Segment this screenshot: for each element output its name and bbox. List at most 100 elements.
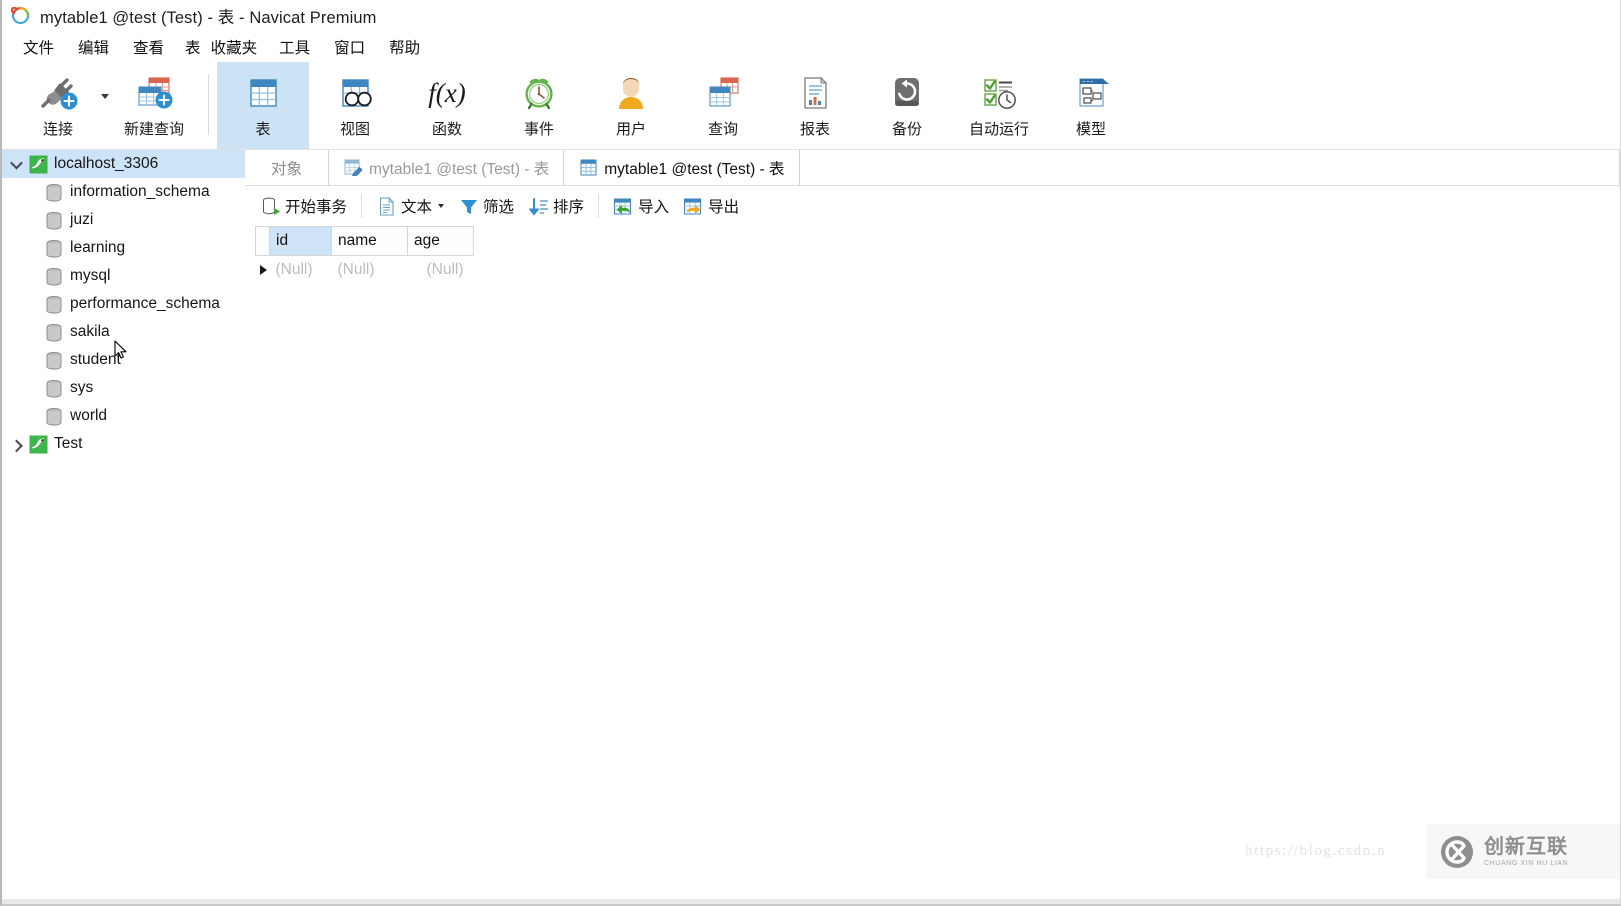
- tab-label-table-design: mytable1 @test (Test) - 表: [369, 157, 549, 179]
- menu-file[interactable]: 文件: [11, 33, 66, 61]
- grid-row-header-corner: [256, 227, 270, 256]
- tree-database-learning[interactable]: learning: [2, 234, 245, 262]
- menu-tools[interactable]: 工具: [267, 33, 322, 61]
- menu-favorites[interactable]: 收藏夹: [206, 33, 268, 61]
- tree-database-juzi[interactable]: juzi: [2, 206, 245, 234]
- toolbar-label-user: 用户: [616, 118, 646, 139]
- menu-table[interactable]: 表: [176, 33, 206, 61]
- toolbar-button-event[interactable]: 事件: [493, 62, 585, 149]
- database-icon: [42, 183, 66, 202]
- data-toolbar-separator: [361, 194, 362, 218]
- tree-database-performance_schema[interactable]: performance_schema: [2, 290, 245, 318]
- text-button[interactable]: 文本: [369, 192, 451, 220]
- report-document-icon: [793, 71, 837, 115]
- watermark-brand-en: CHUANG XIN HU LIAN: [1484, 860, 1568, 867]
- import-icon: [613, 196, 634, 216]
- menu-edit[interactable]: 编辑: [66, 33, 121, 61]
- toolbar-button-table[interactable]: 表: [217, 62, 309, 149]
- tree-database-sys[interactable]: sys: [2, 374, 245, 402]
- toolbar-button-new-query[interactable]: 新建查询: [108, 62, 200, 149]
- automation-checklist-clock-icon: [977, 71, 1021, 115]
- toolbar-button-backup[interactable]: 备份: [861, 62, 953, 149]
- tab-table-design[interactable]: mytable1 @test (Test) - 表: [329, 150, 564, 185]
- grid-column-header-id[interactable]: id: [270, 227, 332, 256]
- database-icon: [42, 267, 66, 286]
- tab-label-objects: 对象: [271, 157, 302, 179]
- tree-label-sys: sys: [70, 379, 93, 397]
- toolbar-button-automation[interactable]: 自动运行: [953, 62, 1045, 149]
- grid-cell-age[interactable]: (Null): [408, 256, 474, 284]
- tab-objects[interactable]: 对象: [245, 150, 329, 185]
- toolbar-button-user[interactable]: 用户: [585, 62, 677, 149]
- database-icon: [42, 323, 66, 342]
- toolbar-button-report[interactable]: 报表: [769, 62, 861, 149]
- tree-database-information_schema[interactable]: information_schema: [2, 178, 245, 206]
- toolbar-button-connection[interactable]: 连接: [12, 62, 104, 149]
- chevron-right-icon[interactable]: [6, 440, 26, 449]
- table-row[interactable]: (Null) (Null) (Null): [256, 256, 474, 284]
- tab-label-table-data: mytable1 @test (Test) - 表: [604, 157, 784, 179]
- menu-view[interactable]: 查看: [121, 33, 176, 61]
- grid-column-header-age[interactable]: age: [408, 227, 474, 256]
- toolbar-label-function: 函数: [432, 118, 462, 139]
- text-dropdown-caret-icon[interactable]: [438, 204, 444, 208]
- import-button[interactable]: 导入: [606, 192, 676, 220]
- menu-window[interactable]: 窗口: [322, 33, 377, 61]
- tree-label-mysql: mysql: [70, 267, 110, 285]
- filter-funnel-icon: [458, 196, 479, 216]
- cx-logo-icon: [1439, 834, 1475, 870]
- grid-cell-id[interactable]: (Null): [270, 256, 332, 284]
- export-button[interactable]: 导出: [676, 192, 746, 220]
- navicat-window: mytable1 @test (Test) - 表 - Navicat Prem…: [0, 0, 1621, 906]
- toolbar-button-model[interactable]: 模型: [1045, 62, 1137, 149]
- menu-bar: 文件 编辑 查看 表 收藏夹 工具 窗口 帮助: [2, 31, 1620, 62]
- table-grid-icon: [241, 71, 285, 115]
- event-clock-icon: [517, 71, 561, 115]
- grid-column-header-name[interactable]: name: [332, 227, 408, 256]
- filter-label: 筛选: [483, 195, 514, 217]
- tree-label-sakila: sakila: [70, 323, 110, 341]
- toolbar-button-query[interactable]: 查询: [677, 62, 769, 149]
- sort-descending-icon: [528, 196, 549, 216]
- creative-internet-watermark-logo: 创新互联 CHUANG XIN HU LIAN: [1426, 824, 1620, 879]
- main-pane: 对象 mytable1 @test (Test) - 表: [245, 150, 1620, 898]
- backup-restore-icon: [885, 71, 929, 115]
- tree-database-world[interactable]: world: [2, 402, 245, 430]
- toolbar-button-view[interactable]: 视图: [309, 62, 401, 149]
- database-icon: [42, 351, 66, 370]
- text-document-icon: [376, 196, 397, 216]
- tree-connection-Test[interactable]: Test: [2, 430, 245, 458]
- table-design-icon: [343, 159, 363, 177]
- data-toolbar: 开始事务 文本: [245, 186, 1620, 226]
- tab-table-data[interactable]: mytable1 @test (Test) - 表: [564, 150, 799, 185]
- view-glasses-icon: [333, 71, 377, 115]
- new-query-icon: [132, 71, 176, 115]
- data-grid[interactable]: id name age (Null) (Null) (Null): [255, 226, 474, 284]
- tree-connection-localhost_3306[interactable]: localhost_3306: [2, 150, 245, 178]
- filter-button[interactable]: 筛选: [451, 192, 521, 220]
- grid-header: id name age: [256, 227, 474, 256]
- begin-transaction-button[interactable]: 开始事务: [253, 192, 354, 220]
- grid-cell-name[interactable]: (Null): [332, 256, 408, 284]
- user-person-icon: [609, 71, 653, 115]
- tree-label-information_schema: information_schema: [70, 183, 210, 201]
- menu-help[interactable]: 帮助: [377, 33, 432, 61]
- csdn-watermark-url: https://blog.csdn.n: [1245, 843, 1386, 860]
- sort-button[interactable]: 排序: [521, 192, 591, 220]
- grid-header-row: id name age: [256, 227, 474, 256]
- text-label: 文本: [401, 195, 432, 217]
- mysql-connection-icon: [26, 155, 50, 174]
- database-icon: [42, 211, 66, 230]
- tree-label-Test: Test: [54, 435, 82, 453]
- tree-database-mysql[interactable]: mysql: [2, 262, 245, 290]
- title-bar: mytable1 @test (Test) - 表 - Navicat Prem…: [2, 0, 1620, 31]
- mouse-cursor-icon: [114, 340, 128, 365]
- bottom-status-bar: [2, 899, 1620, 904]
- toolbar-label-view: 视图: [340, 118, 370, 139]
- chevron-down-icon[interactable]: [6, 160, 26, 169]
- grid-body: (Null) (Null) (Null): [256, 256, 474, 284]
- data-grid-wrapper: id name age (Null) (Null) (Null): [245, 226, 1620, 284]
- query-tables-icon: [701, 71, 745, 115]
- connection-plug-add-icon: [36, 71, 80, 115]
- toolbar-button-function[interactable]: f(x) 函数: [401, 62, 493, 149]
